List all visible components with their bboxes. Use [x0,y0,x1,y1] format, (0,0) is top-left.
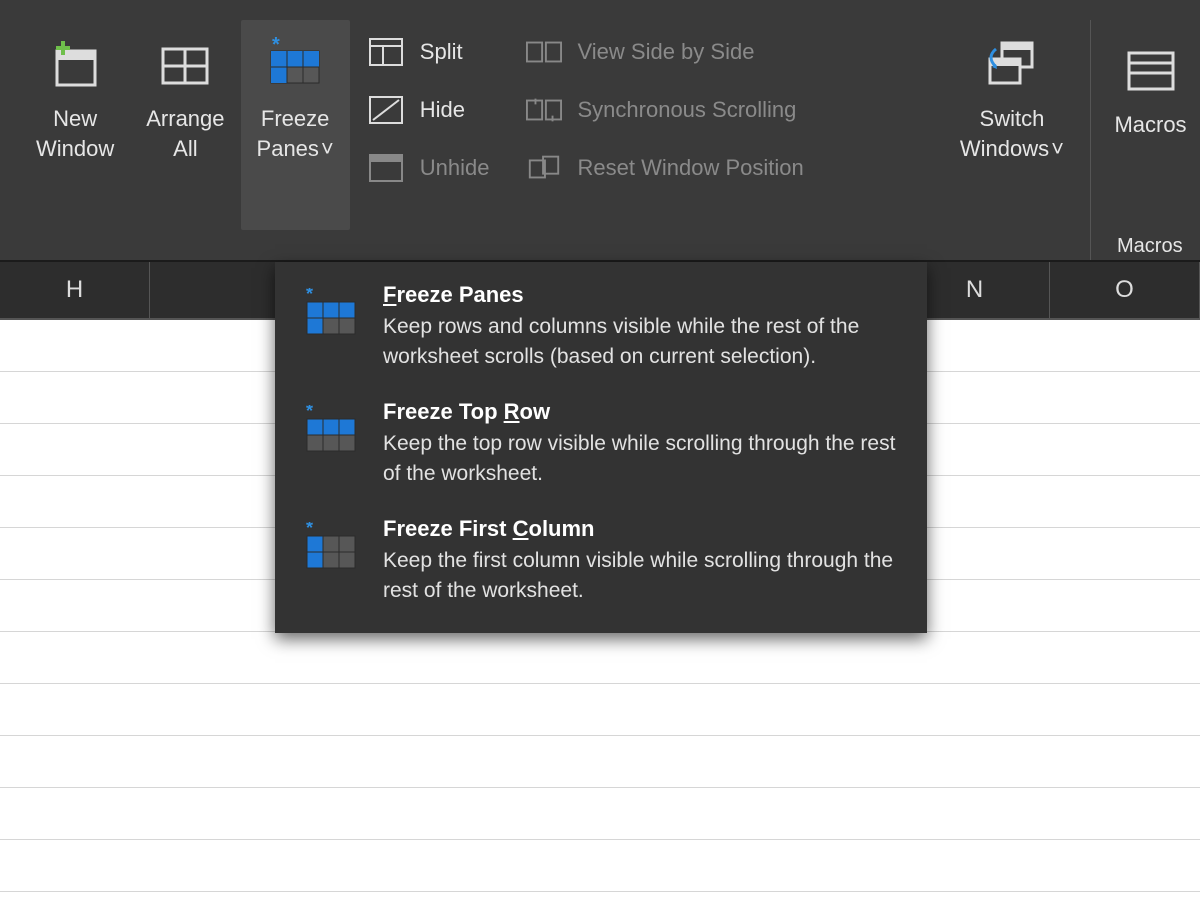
view-side-by-side-button: View Side by Side [526,34,804,70]
synchronous-scrolling-button: Synchronous Scrolling [526,92,804,128]
freeze-panes-button[interactable]: * Freeze Panes ˅ [241,20,350,230]
macros-label: Macros [1114,110,1186,140]
hide-icon [368,92,404,128]
window-actions-group-1: Split Hide Unhide [350,20,508,186]
ribbon-view-window-group: New Window Arrange All * [0,0,1200,260]
split-label: Split [420,39,463,65]
freeze-panes-item-icon: * [301,282,361,342]
arrange-all-button[interactable]: Arrange All [130,20,240,230]
unhide-icon [368,150,404,186]
ribbon-right-group: Switch Windows ˅ Macros Macros [944,20,1200,260]
macros-button[interactable]: Macros [1117,26,1200,236]
sheet-row[interactable] [0,632,1200,684]
chevron-down-icon: ˅ [321,134,334,164]
sheet-row[interactable] [0,840,1200,892]
window-actions-group-2: View Side by Side Synchronous Scrolling … [508,20,822,186]
reset-window-position-label: Reset Window Position [578,155,804,181]
switch-windows-icon [980,26,1044,104]
hide-button[interactable]: Hide [368,92,490,128]
reset-window-position-button: Reset Window Position [526,150,804,186]
freeze-panes-item-icon: * [301,516,361,576]
menu-item-title: Freeze Panes [383,282,901,308]
freeze-panes-item-text: Freeze Top Row Keep the top row visible … [383,399,901,490]
split-button[interactable]: Split [368,34,490,70]
reset-window-position-icon [526,150,562,186]
chevron-down-icon: ˅ [1051,134,1064,164]
arrange-all-icon [153,26,217,104]
sheet-row[interactable] [0,684,1200,736]
switch-windows-button[interactable]: Switch Windows ˅ [944,20,1080,230]
unhide-label: Unhide [420,155,490,181]
freeze-panes-item-text: Freeze First Column Keep the first colum… [383,516,901,607]
freeze-panes-menu-item[interactable]: * Freeze Panes Keep rows and columns vis… [275,272,927,389]
freeze-panes-item-text: Freeze Panes Keep rows and columns visib… [383,282,901,373]
column-header[interactable]: H [0,262,150,318]
menu-item-description: Keep the top row visible while scrolling… [383,429,901,490]
arrange-all-label: Arrange All [146,104,224,163]
sheet-row[interactable] [0,736,1200,788]
freeze-panes-menu-item[interactable]: * Freeze Top Row Keep the top row visibl… [275,389,927,506]
new-window-button[interactable]: New Window [20,20,130,230]
macros-group-label: Macros [1117,235,1183,258]
split-icon [368,34,404,70]
menu-item-description: Keep the first column visible while scro… [383,546,901,607]
freeze-panes-menu-item[interactable]: * Freeze First Column Keep the first col… [275,506,927,623]
menu-item-title: Freeze Top Row [383,399,901,425]
freeze-panes-icon: * [263,26,327,104]
column-header[interactable]: O [1050,262,1200,318]
sheet-row[interactable] [0,892,1200,900]
view-side-by-side-label: View Side by Side [578,39,755,65]
new-window-icon [43,26,107,104]
macros-icon [1119,32,1183,110]
freeze-panes-label: Freeze Panes ˅ [257,104,334,163]
menu-item-description: Keep rows and columns visible while the … [383,312,901,373]
macros-group: Macros Macros [1090,20,1200,260]
switch-windows-label: Switch Windows ˅ [960,104,1064,163]
synchronous-scrolling-label: Synchronous Scrolling [578,97,797,123]
synchronous-scrolling-icon [526,92,562,128]
freeze-panes-dropdown: * Freeze Panes Keep rows and columns vis… [275,262,927,633]
hide-label: Hide [420,97,465,123]
unhide-button: Unhide [368,150,490,186]
sheet-row[interactable] [0,788,1200,840]
new-window-label: New Window [36,104,114,163]
freeze-panes-item-icon: * [301,399,361,459]
view-side-by-side-icon [526,34,562,70]
menu-item-title: Freeze First Column [383,516,901,542]
